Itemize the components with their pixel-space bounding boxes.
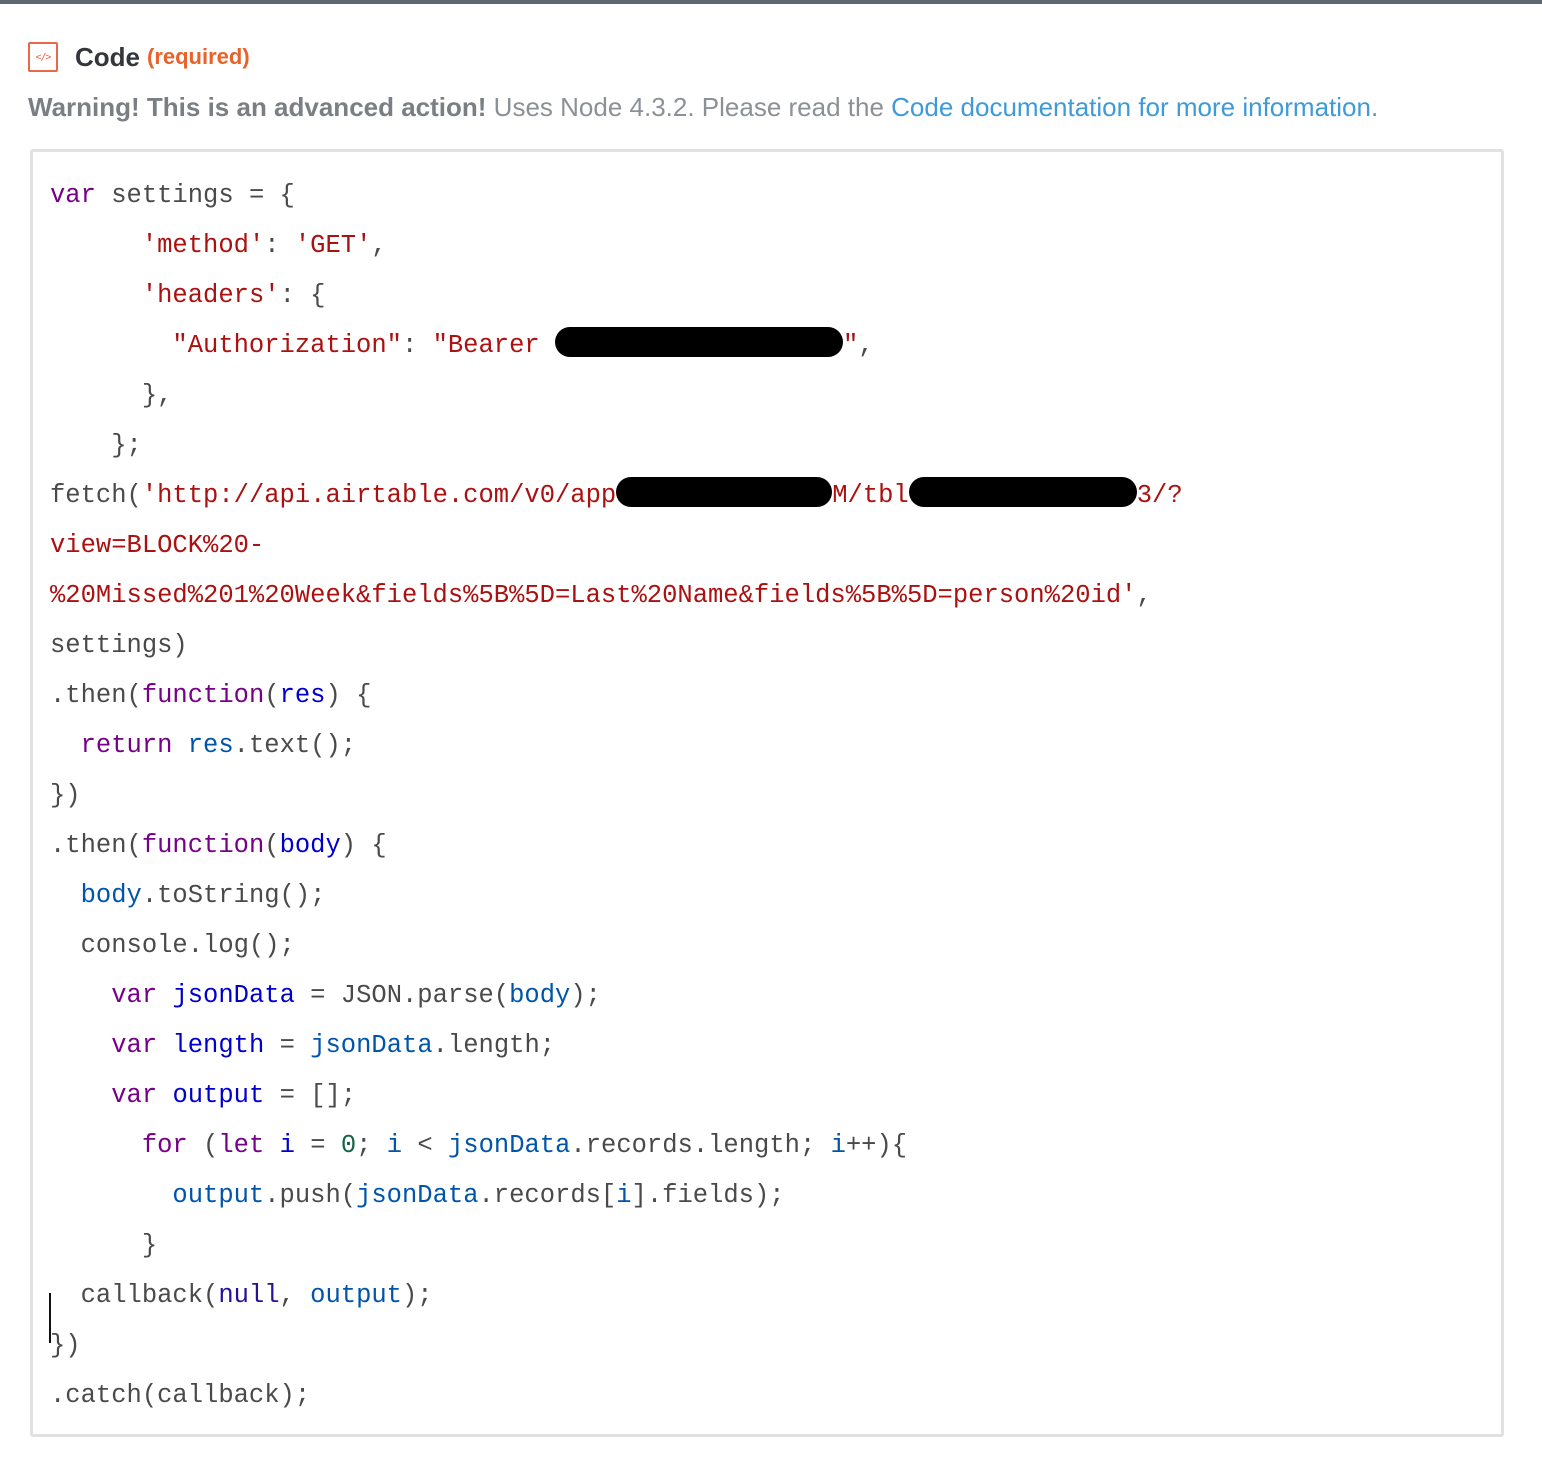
field-header: </> Code (required) <box>28 40 250 74</box>
warning-bold: Warning! This is an advanced action! <box>28 92 487 122</box>
code-line: }, <box>50 381 173 410</box>
code-line: 'headers': { <box>141 281 326 310</box>
warning-text: Warning! This is an advanced action! Use… <box>28 92 1378 123</box>
code-line: }) <box>50 781 81 810</box>
code-line: %20Missed%201%20Week&fields%5B%5D=Last%2… <box>50 581 1152 610</box>
code-line: .then(function(body) { <box>50 831 387 860</box>
code-line: var length = jsonData.length; <box>111 1031 556 1060</box>
code-line: } <box>50 1231 158 1260</box>
code-line: view=BLOCK%20- <box>50 531 265 560</box>
code-line: .catch(callback); <box>50 1381 311 1410</box>
code-line: for (let i = 0; i < jsonData.records.len… <box>141 1131 908 1160</box>
code-line: var jsonData = JSON.parse(body); <box>111 981 601 1010</box>
code-line: output.push(jsonData.records[i].fields); <box>172 1181 785 1210</box>
code-line: body.toString(); <box>80 881 326 910</box>
code-line: settings) <box>50 631 188 660</box>
required-label: (required) <box>147 44 250 69</box>
code-line: var output = []; <box>111 1081 357 1110</box>
code-line: .then(function(res) { <box>50 681 372 710</box>
top-divider <box>0 0 1542 4</box>
redaction-mark <box>908 477 1137 507</box>
code-line: 'method': 'GET', <box>141 231 387 260</box>
code-line: }; <box>50 431 142 460</box>
code-line: console.log(); <box>50 931 295 960</box>
code-documentation-link[interactable]: Code documentation for more information. <box>891 92 1378 122</box>
code-line: return res.text(); <box>80 731 357 760</box>
warning-body: Uses Node 4.3.2. Please read the <box>486 92 892 122</box>
redaction-mark <box>616 477 833 507</box>
code-line: }) <box>50 1331 81 1360</box>
code-line: "Authorization": "Bearer ", <box>50 326 874 376</box>
code-line: callback(null, output); <box>50 1281 433 1310</box>
code-editor[interactable]: var settings = { 'method': 'GET', 'heade… <box>30 149 1504 1437</box>
field-title: Code <box>75 41 140 72</box>
text-cursor <box>49 1293 51 1343</box>
code-line: fetch('http://api.airtable.com/v0/app M/t… <box>50 476 1183 526</box>
redaction-mark <box>555 327 843 357</box>
code-line: var settings = { <box>50 181 295 210</box>
code-brackets-icon: </> <box>28 42 58 72</box>
